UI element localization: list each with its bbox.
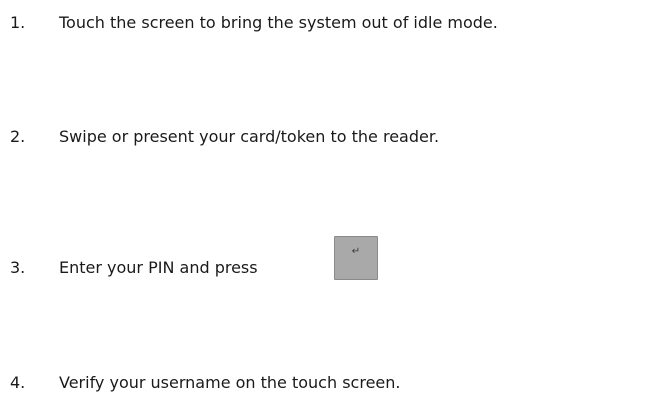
step-item: 2. Swipe or present your card/token to t… — [0, 122, 649, 152]
step-number: 4. — [10, 373, 26, 392]
instruction-list: 1. Touch the screen to bring the system … — [0, 0, 649, 396]
step-item: 1. Touch the screen to bring the system … — [0, 8, 649, 38]
step-number: 2. — [10, 127, 26, 146]
return-arrow-glyph: ↵ — [351, 246, 361, 257]
step-number: 3. — [10, 258, 26, 277]
step-text: Enter your PIN and press — [59, 258, 258, 277]
step-text: Verify your username on the touch screen… — [59, 373, 401, 392]
step-item: 3. Enter your PIN and press ↵ — [0, 236, 649, 283]
step-item: 4. Verify your username on the touch scr… — [0, 368, 649, 398]
step-number: 1. — [10, 13, 26, 32]
enter-key-icon: ↵ — [334, 236, 378, 280]
step-text: Swipe or present your card/token to the … — [59, 127, 440, 146]
step-text: Touch the screen to bring the system out… — [59, 13, 498, 32]
